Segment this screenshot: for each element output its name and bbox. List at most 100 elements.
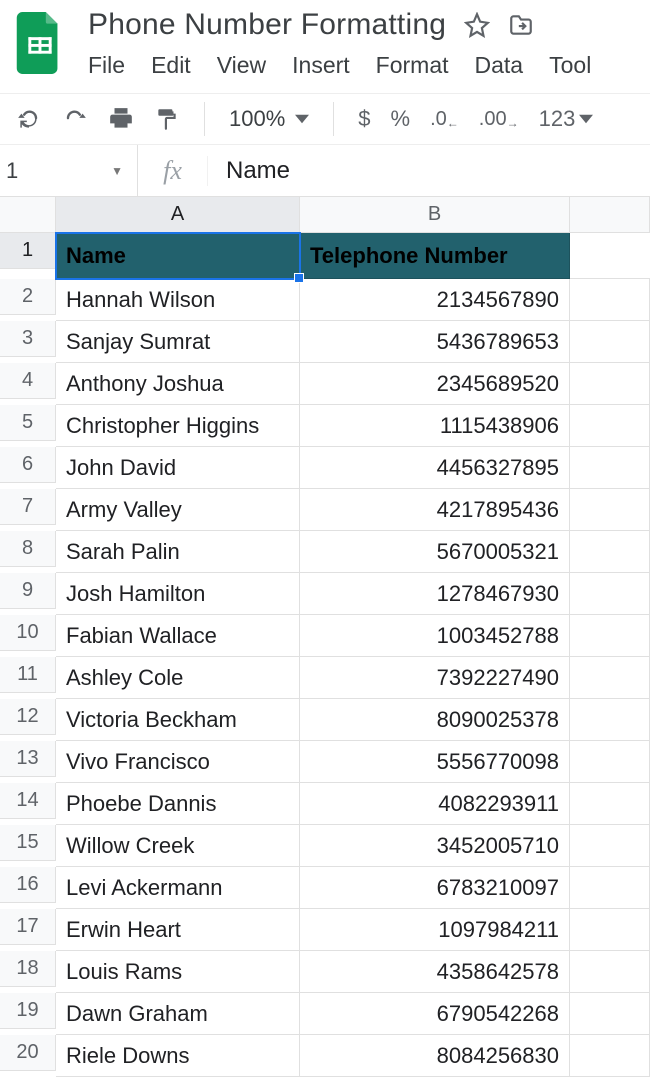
menu-format[interactable]: Format	[376, 52, 449, 79]
spreadsheet-grid[interactable]: A B 1 Name Telephone Number 2Hannah Wils…	[0, 197, 650, 1077]
name-box[interactable]: 1 ▼	[0, 145, 138, 196]
cell-phone[interactable]: 1278467930	[300, 573, 570, 615]
cell-blank[interactable]	[570, 825, 650, 867]
zoom-dropdown[interactable]: 100%	[229, 106, 309, 132]
cell-name[interactable]: Victoria Beckham	[56, 699, 300, 741]
move-to-folder-icon[interactable]	[508, 12, 534, 38]
cell-name[interactable]: Sarah Palin	[56, 531, 300, 573]
cell-phone[interactable]: 6783210097	[300, 867, 570, 909]
number-format-dropdown[interactable]: 123	[539, 106, 594, 132]
menu-insert[interactable]: Insert	[292, 52, 350, 79]
row-header[interactable]: 9	[0, 573, 56, 609]
row-header[interactable]: 16	[0, 867, 56, 903]
cell-name[interactable]: Fabian Wallace	[56, 615, 300, 657]
cell-phone[interactable]: 1003452788	[300, 615, 570, 657]
sheets-logo[interactable]	[14, 8, 66, 78]
row-header[interactable]: 7	[0, 489, 56, 525]
menu-data[interactable]: Data	[475, 52, 524, 79]
cell-phone[interactable]: 1097984211	[300, 909, 570, 951]
cell-name[interactable]: Josh Hamilton	[56, 573, 300, 615]
cell-phone[interactable]: 7392227490	[300, 657, 570, 699]
row-header[interactable]: 3	[0, 321, 56, 357]
row-header[interactable]: 2	[0, 279, 56, 315]
cell-blank[interactable]	[570, 321, 650, 363]
decrease-decimal-button[interactable]: .0←	[430, 108, 459, 131]
cell-blank[interactable]	[570, 531, 650, 573]
cell-blank[interactable]	[570, 447, 650, 489]
cell-name[interactable]: John David	[56, 447, 300, 489]
cell-blank[interactable]	[570, 573, 650, 615]
row-header[interactable]: 12	[0, 699, 56, 735]
cell-name[interactable]: Phoebe Dannis	[56, 783, 300, 825]
cell-phone[interactable]: 4217895436	[300, 489, 570, 531]
row-header[interactable]: 4	[0, 363, 56, 399]
cell-blank[interactable]	[570, 279, 650, 321]
cell-a1[interactable]: Name	[56, 233, 300, 279]
row-header[interactable]: 1	[0, 233, 56, 269]
cell-name[interactable]: Willow Creek	[56, 825, 300, 867]
row-header[interactable]: 20	[0, 1035, 56, 1071]
cell-name[interactable]: Hannah Wilson	[56, 279, 300, 321]
cell-name[interactable]: Anthony Joshua	[56, 363, 300, 405]
cell-phone[interactable]: 5556770098	[300, 741, 570, 783]
formula-bar[interactable]: Name	[208, 157, 650, 185]
cell-blank[interactable]	[570, 783, 650, 825]
row-header[interactable]: 18	[0, 951, 56, 987]
select-all-corner[interactable]	[0, 197, 56, 233]
cell-phone[interactable]: 4456327895	[300, 447, 570, 489]
cell-blank[interactable]	[570, 657, 650, 699]
menu-edit[interactable]: Edit	[151, 52, 191, 79]
cell-blank[interactable]	[570, 867, 650, 909]
cell-blank[interactable]	[570, 951, 650, 993]
cell-blank[interactable]	[570, 233, 650, 279]
cell-phone[interactable]: 1115438906	[300, 405, 570, 447]
cell-blank[interactable]	[570, 909, 650, 951]
row-header[interactable]: 13	[0, 741, 56, 777]
cell-phone[interactable]: 2134567890	[300, 279, 570, 321]
cell-phone[interactable]: 2345689520	[300, 363, 570, 405]
cell-blank[interactable]	[570, 1035, 650, 1077]
row-header[interactable]: 6	[0, 447, 56, 483]
cell-phone[interactable]: 6790542268	[300, 993, 570, 1035]
cell-phone[interactable]: 5670005321	[300, 531, 570, 573]
paint-format-button[interactable]	[154, 106, 180, 132]
column-header-b[interactable]: B	[300, 197, 570, 233]
cell-name[interactable]: Ashley Cole	[56, 657, 300, 699]
menu-view[interactable]: View	[217, 52, 266, 79]
column-header-a[interactable]: A	[56, 197, 300, 233]
row-header[interactable]: 14	[0, 783, 56, 819]
cell-blank[interactable]	[570, 741, 650, 783]
cell-phone[interactable]: 4082293911	[300, 783, 570, 825]
cell-phone[interactable]: 8090025378	[300, 699, 570, 741]
cell-name[interactable]: Dawn Graham	[56, 993, 300, 1035]
format-percent-button[interactable]: %	[391, 106, 411, 132]
row-header[interactable]: 8	[0, 531, 56, 567]
row-header[interactable]: 11	[0, 657, 56, 693]
cell-phone[interactable]: 8084256830	[300, 1035, 570, 1077]
column-header-blank[interactable]	[570, 197, 650, 233]
cell-name[interactable]: Louis Rams	[56, 951, 300, 993]
cell-blank[interactable]	[570, 699, 650, 741]
redo-button[interactable]	[62, 106, 88, 132]
row-header[interactable]: 17	[0, 909, 56, 945]
cell-name[interactable]: Army Valley	[56, 489, 300, 531]
print-button[interactable]	[108, 106, 134, 132]
row-header[interactable]: 5	[0, 405, 56, 441]
cell-blank[interactable]	[570, 993, 650, 1035]
cell-name[interactable]: Sanjay Sumrat	[56, 321, 300, 363]
star-icon[interactable]	[464, 12, 490, 38]
cell-blank[interactable]	[570, 363, 650, 405]
cell-phone[interactable]: 4358642578	[300, 951, 570, 993]
cell-b1[interactable]: Telephone Number	[300, 233, 570, 279]
row-header[interactable]: 10	[0, 615, 56, 651]
cell-name[interactable]: Levi Ackermann	[56, 867, 300, 909]
row-header[interactable]: 15	[0, 825, 56, 861]
cell-blank[interactable]	[570, 405, 650, 447]
cell-name[interactable]: Erwin Heart	[56, 909, 300, 951]
cell-name[interactable]: Riele Downs	[56, 1035, 300, 1077]
menu-tools[interactable]: Tool	[549, 52, 591, 79]
increase-decimal-button[interactable]: .00→	[479, 108, 519, 131]
selection-handle[interactable]	[294, 273, 304, 283]
cell-phone[interactable]: 5436789653	[300, 321, 570, 363]
cell-name[interactable]: Vivo Francisco	[56, 741, 300, 783]
